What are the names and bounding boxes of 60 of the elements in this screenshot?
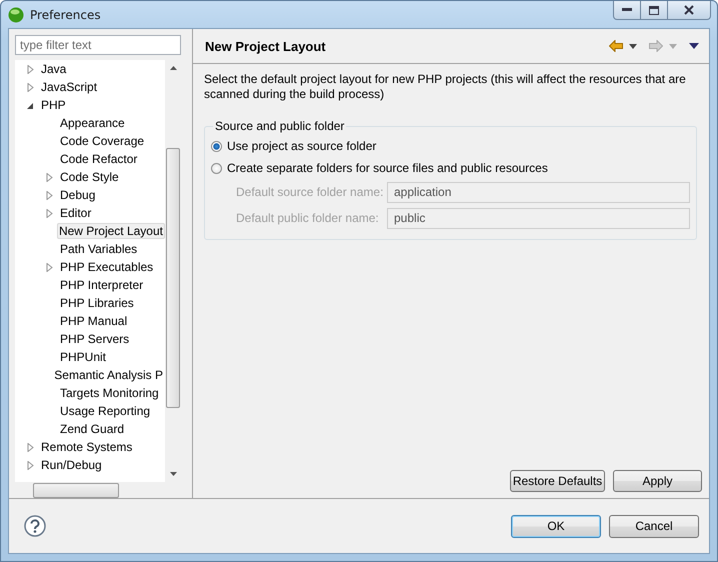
scroll-down-icon[interactable] xyxy=(170,472,176,476)
tree-item[interactable]: Semantic Analysis P xyxy=(52,367,165,383)
tree-item[interactable]: Remote Systems xyxy=(39,439,134,455)
radio-button[interactable] xyxy=(211,162,222,174)
radio-label[interactable]: Create separate folders for source files and public resources xyxy=(227,161,548,175)
close-icon xyxy=(684,5,694,15)
minimize-icon xyxy=(622,8,632,12)
tree-item[interactable]: Debug xyxy=(58,187,98,203)
collapse-arrow-icon[interactable] xyxy=(27,100,34,110)
tree-item[interactable]: Path Variables xyxy=(58,241,140,257)
tree-item[interactable]: Zend Guard xyxy=(58,421,126,437)
tree-item[interactable]: Targets Monitoring xyxy=(58,385,161,401)
tree-item[interactable]: PHP Interpreter xyxy=(58,277,146,293)
page-description: Select the default project layout for new PHP projects (this will affect the resources that are scanned during the build process) xyxy=(204,72,687,102)
minimize-button[interactable] xyxy=(613,1,641,20)
expand-arrow-icon[interactable] xyxy=(46,190,53,200)
cancel-button[interactable]: Cancel xyxy=(609,514,699,538)
radio-label[interactable]: Use project as source folder xyxy=(227,139,376,153)
maximize-button[interactable] xyxy=(641,1,668,20)
app-icon xyxy=(8,6,24,22)
tree-item[interactable]: Usage Reporting xyxy=(58,403,152,419)
dropdown-icon[interactable] xyxy=(629,44,637,48)
tree-item[interactable]: New Project Layout xyxy=(56,223,165,239)
filter-field[interactable]: type filter text xyxy=(15,35,181,55)
view-menu-icon[interactable] xyxy=(689,43,699,49)
maximize-icon xyxy=(649,6,659,14)
field-label: Default source folder name: xyxy=(236,185,384,199)
expand-arrow-icon[interactable] xyxy=(27,64,34,74)
close-button[interactable] xyxy=(668,1,711,20)
tree-item[interactable]: PHP xyxy=(39,97,68,113)
expand-arrow-icon[interactable] xyxy=(27,460,34,470)
tree-item[interactable]: Java xyxy=(39,61,68,77)
tree-item[interactable]: Editor xyxy=(58,205,94,221)
tree-item[interactable]: Code Style xyxy=(58,169,121,185)
tree-item[interactable]: PHP Manual xyxy=(58,313,130,329)
tree-item[interactable]: PHP Servers xyxy=(58,331,132,347)
expand-arrow-icon[interactable] xyxy=(27,442,34,452)
tree-item[interactable]: PHP Executables xyxy=(58,259,156,275)
tree-item[interactable]: Run/Debug xyxy=(39,457,104,473)
scroll-up-icon[interactable] xyxy=(170,66,176,70)
field-label: Default public folder name: xyxy=(236,211,380,225)
tree-item[interactable]: Appearance xyxy=(58,115,127,131)
expand-arrow-icon[interactable] xyxy=(46,208,53,218)
page-title: New Project Layout xyxy=(205,38,327,54)
expand-arrow-icon[interactable] xyxy=(46,262,53,272)
apply-button[interactable]: Apply xyxy=(613,470,702,492)
tree-item[interactable]: JavaScript xyxy=(39,79,100,95)
restore-defaults-button[interactable]: Restore Defaults xyxy=(510,470,605,492)
group-legend: Source and public folder xyxy=(213,119,346,133)
expand-arrow-icon[interactable] xyxy=(27,82,34,92)
radio-button[interactable] xyxy=(211,140,222,152)
tree-item[interactable]: Code Coverage xyxy=(58,133,146,149)
tree-item[interactable]: Code Refactor xyxy=(58,151,140,167)
back-arrow-icon[interactable] xyxy=(609,40,623,52)
ok-button[interactable]: OK xyxy=(511,514,601,538)
expand-arrow-icon[interactable] xyxy=(46,172,53,182)
window-title: Preferences xyxy=(30,8,102,22)
tree-item[interactable]: PHP Libraries xyxy=(58,295,136,311)
help-icon[interactable] xyxy=(24,515,46,537)
tree-item[interactable]: PHPUnit xyxy=(58,349,108,365)
